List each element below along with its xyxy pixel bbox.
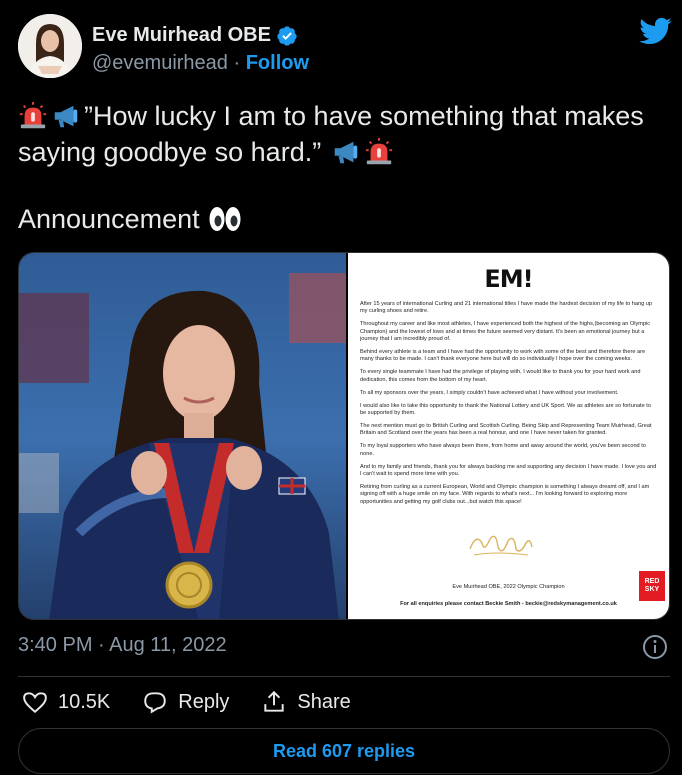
twitter-bird-icon[interactable] (638, 14, 672, 48)
display-name[interactable]: Eve Muirhead OBE (92, 24, 271, 47)
timestamp[interactable]: 3:40 PM · Aug 11, 2022 (18, 634, 227, 656)
tweet-line-1: ”How lucky I am to have something that m… (84, 101, 644, 131)
redsky-logo-line2: SKY (644, 586, 660, 593)
separator (18, 676, 670, 677)
letter-paragraph: Throughout my career and like most athle… (360, 321, 651, 343)
eyes-icon (209, 207, 241, 231)
rotating-light-icon (19, 101, 47, 129)
letter-paragraph: I would also like to take this opportuni… (360, 402, 651, 416)
letter-contact: For all enquiries please contact Beckie … (400, 601, 617, 607)
redsky-logo-line1: RED (644, 578, 660, 585)
medal-photo[interactable] (19, 253, 346, 619)
handle-row: @evemuirhead · Follow (92, 52, 309, 75)
rotating-light-icon (366, 137, 393, 165)
like-button[interactable]: 10.5K (22, 689, 110, 715)
tweet-media[interactable]: EM! After 15 years of international Curl… (18, 252, 670, 620)
verified-badge-icon (277, 25, 297, 46)
share-button[interactable]: Share (261, 689, 351, 715)
tweet-line-2: saying goodbye so hard.” (18, 137, 322, 167)
tweet-header: Eve Muirhead OBE @evemuirhead · Follow (18, 14, 672, 84)
info-icon[interactable] (642, 634, 668, 660)
announcement-text: Announcement (18, 204, 200, 234)
share-icon (264, 690, 285, 712)
like-count: 10.5K (58, 690, 111, 713)
letter-signoff: Eve Muirhead OBE, 2022 Olympic Champion (452, 584, 565, 590)
letter-paragraph: Retiring from curling as a current Europ… (360, 483, 650, 505)
handle[interactable]: @evemuirhead (92, 52, 228, 74)
letter-paragraph: To all my sponsors over the years, I sim… (360, 389, 619, 396)
letter-paragraph: The next mention must go to British Curl… (360, 422, 652, 437)
tweet-text: ”How lucky I am to have something that m… (18, 98, 668, 170)
reply-bubble-icon (144, 692, 166, 714)
tweet-line-3: Announcement (18, 201, 245, 237)
timestamp-row: 3:40 PM · Aug 11, 2022 (18, 634, 668, 660)
megaphone-icon (54, 105, 78, 128)
tweet-actions: 10.5K Reply Share (22, 688, 383, 716)
follow-button[interactable]: Follow (246, 52, 309, 74)
megaphone-icon (334, 141, 358, 164)
reply-button[interactable]: Reply (142, 689, 229, 715)
letter-paragraph: To my loyal supporters who have always b… (360, 443, 646, 457)
letter-paragraph: Behind every athlete is a team and I hav… (360, 349, 646, 363)
read-replies-button[interactable]: Read 607 replies (18, 728, 670, 774)
letter-paragraph: After 15 years of international Curling … (360, 301, 652, 315)
retirement-letter[interactable]: EM! After 15 years of international Curl… (348, 253, 669, 619)
share-label: Share (297, 690, 351, 713)
letter-logo: EM! (484, 265, 533, 293)
handle-separator: · (227, 52, 246, 74)
avatar[interactable] (18, 14, 82, 78)
letter-paragraph: To every single teammate I have had the … (360, 369, 641, 383)
redsky-logo: RED SKY (639, 571, 665, 601)
heart-icon (23, 692, 47, 714)
signature (469, 535, 533, 556)
letter-paragraph: And to my family and friends, thank you … (360, 463, 657, 477)
reply-label: Reply (178, 690, 230, 713)
tweet-card: Eve Muirhead OBE @evemuirhead · Follow ”… (0, 0, 682, 775)
